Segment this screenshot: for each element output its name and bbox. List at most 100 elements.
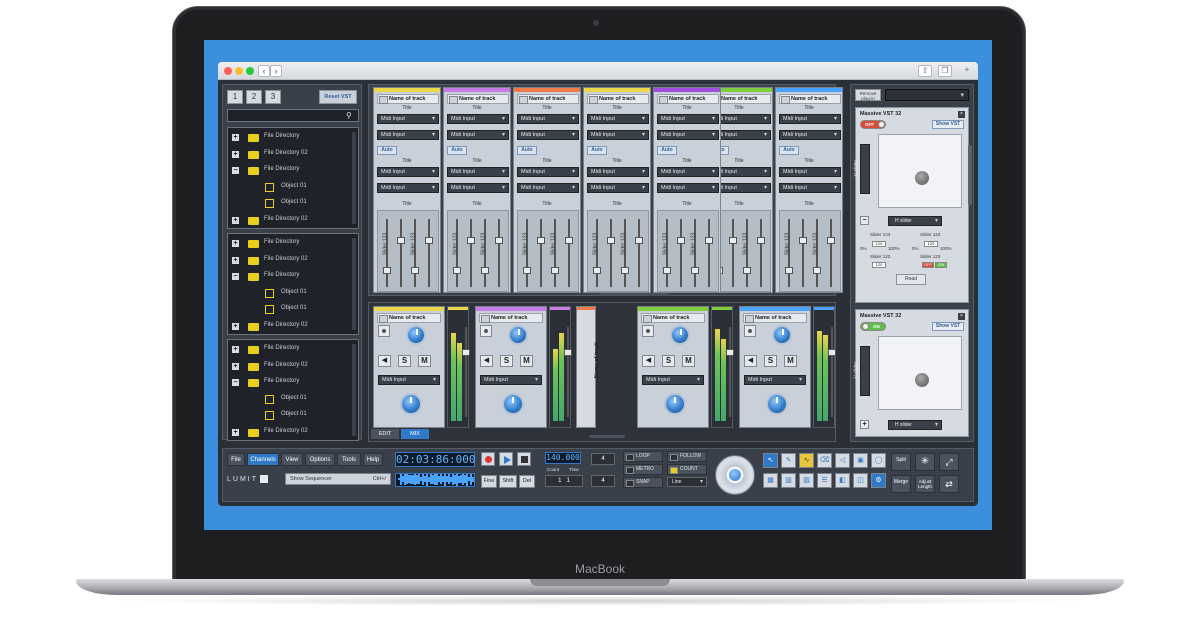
settings-tool-icon[interactable]: ⚙ [871, 473, 886, 488]
xy-pad-handle[interactable] [915, 373, 929, 387]
fader-handle[interactable] [495, 237, 503, 244]
midi-input-select[interactable]: Midi Input [642, 375, 704, 385]
fader-handle[interactable] [691, 267, 699, 274]
channel-fader[interactable] [726, 327, 734, 417]
back-icon[interactable]: ‹ [258, 65, 270, 77]
h-slider[interactable]: H slider [888, 420, 942, 430]
list-tool-icon[interactable]: ☰ [817, 473, 832, 488]
new-tab-icon[interactable]: + [960, 65, 974, 77]
solo-button[interactable]: S [764, 355, 777, 367]
expand-icon[interactable]: + [232, 428, 239, 436]
midi-input-select[interactable]: Midi Input [377, 167, 439, 177]
midi-input-select[interactable]: Midi Input [517, 167, 579, 177]
expand-icon[interactable]: + [232, 134, 239, 141]
show-vst-button[interactable]: Show VST [932, 120, 964, 129]
track-name[interactable]: Name of track [377, 313, 441, 323]
snap-option[interactable]: SNAP [623, 477, 663, 488]
midi-input-select[interactable]: Midi Input [377, 114, 439, 124]
folder-row[interactable]: + File Directory 02 [230, 426, 346, 440]
fader-handle[interactable] [551, 267, 559, 274]
pan-knob[interactable] [772, 325, 792, 345]
speaker-icon[interactable]: ◀ [642, 355, 655, 367]
columns-tool-icon[interactable]: ▥ [781, 473, 796, 488]
object-row[interactable]: Object 01 [230, 197, 346, 211]
object-row[interactable]: Object 01 [230, 393, 346, 407]
volume-knob[interactable] [502, 393, 524, 415]
menu-tools[interactable]: Tools [337, 453, 361, 466]
solo-button[interactable]: S [398, 355, 411, 367]
minimize-dot[interactable] [235, 67, 243, 75]
fader-track[interactable] [495, 219, 503, 287]
folder-row[interactable]: + File Directory 02 [230, 214, 346, 228]
mixer-horizontal-scrollbar[interactable] [599, 293, 669, 296]
loop-tool-icon[interactable]: ◯ [871, 453, 886, 468]
fader-handle[interactable] [813, 267, 821, 274]
signature-top[interactable]: 4 [591, 453, 615, 465]
folder-row[interactable]: − File Directory [230, 270, 346, 284]
count-stepper[interactable]: 1 1 [545, 475, 583, 487]
midi-input-select[interactable]: Midi Input [744, 375, 806, 385]
midi-input-select[interactable]: Midi Input [517, 130, 579, 140]
midi-input-select[interactable]: Midi Input [657, 130, 719, 140]
fader-track[interactable] [729, 219, 737, 287]
menu-help[interactable]: Help [363, 453, 383, 466]
stop-button[interactable] [517, 452, 531, 466]
fader-track[interactable] [425, 219, 433, 287]
split-view-icon[interactable]: ◫ [853, 473, 868, 488]
fader-track[interactable] [565, 219, 573, 287]
midi-input-select[interactable]: Midi Input [587, 183, 649, 193]
navigation-joystick[interactable] [715, 455, 755, 495]
slider-value[interactable]: 120 [924, 241, 938, 247]
fader-handle[interactable] [785, 267, 793, 274]
grid-tool-icon[interactable]: ▦ [763, 473, 778, 488]
channel-fader[interactable] [462, 327, 470, 417]
follow-option[interactable]: FOLLOW [667, 451, 707, 462]
fader-handle[interactable] [729, 237, 737, 244]
fader-track[interactable] [705, 219, 713, 287]
expand-icon[interactable]: + [232, 240, 239, 247]
tab-edit[interactable]: EDIT [371, 429, 399, 439]
midi-input-select[interactable]: Midi Input [657, 183, 719, 193]
midi-input-select[interactable]: Midi Input [517, 183, 579, 193]
bpm-display[interactable]: 140.000 [545, 452, 581, 464]
pan-knob[interactable] [406, 325, 426, 345]
expand-icon[interactable]: + [232, 216, 239, 224]
pencil-tool-icon[interactable]: ✎ [781, 453, 796, 468]
fader-track[interactable] [677, 219, 685, 287]
auto-button[interactable]: Auto [587, 146, 607, 155]
auto-button[interactable]: Auto [447, 146, 467, 155]
tab-mix[interactable]: MIX [401, 429, 429, 439]
fader-handle[interactable] [607, 237, 615, 244]
fader-track[interactable] [397, 219, 405, 287]
image-tool-icon[interactable]: ▨ [799, 473, 814, 488]
folder-row[interactable]: + File Directory 02 [230, 320, 346, 334]
fader-handle[interactable] [743, 267, 751, 274]
fader-handle[interactable] [564, 349, 572, 356]
midi-input-select[interactable]: Midi Input [587, 130, 649, 140]
midi-input-select[interactable]: Midi Input [447, 167, 509, 177]
layers-tool-icon[interactable]: ◧ [835, 473, 850, 488]
auto-button[interactable]: Auto [779, 146, 799, 155]
expand-icon[interactable]: + [232, 150, 239, 158]
fader-handle[interactable] [462, 349, 470, 356]
track-name[interactable]: Name of track [779, 94, 841, 104]
track-name[interactable]: Name of track [517, 94, 579, 104]
expand-icon[interactable]: − [232, 273, 239, 280]
folder-row[interactable]: + File Directory 02 [230, 254, 346, 268]
volume-knob[interactable] [766, 393, 788, 415]
folder-row[interactable]: + File Directory 02 [230, 360, 346, 374]
fader-handle[interactable] [383, 267, 391, 274]
channel-fader[interactable] [828, 327, 836, 417]
v-slider[interactable]: V slider [853, 346, 870, 396]
fader-handle[interactable] [565, 237, 573, 244]
read-button[interactable]: Read [896, 274, 926, 285]
preset-button-1[interactable]: 1 [227, 90, 243, 104]
speaker-icon[interactable]: ◀ [378, 355, 391, 367]
mute-tool-icon[interactable]: ◁ [835, 453, 850, 468]
split-button[interactable]: Split [891, 453, 911, 471]
channel-fader[interactable] [564, 327, 572, 417]
expand-icon[interactable]: ⤢ [939, 453, 959, 471]
forward-icon[interactable]: › [270, 65, 282, 77]
plus-button[interactable]: + [860, 420, 869, 429]
mute-button[interactable]: M [520, 355, 533, 367]
